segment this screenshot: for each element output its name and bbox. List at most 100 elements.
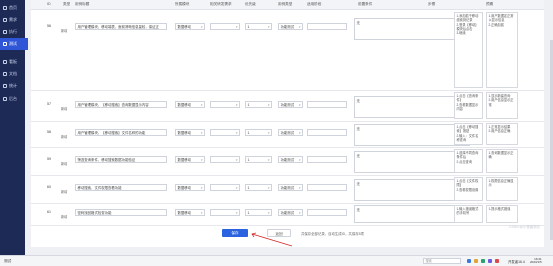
expect-text: 用户信息显示正常 bbox=[488, 98, 514, 107]
table-header: ID 类型 用例标题 所属模块 相关研发需求 优先级 用例类型 适用阶段 前置条… bbox=[31, 0, 544, 10]
sidebar-item[interactable]: 首页 bbox=[0, 2, 28, 14]
step-text: 选择不同查询条件后 bbox=[456, 151, 479, 160]
case-type-select[interactable]: 功能测试 ▾ bbox=[278, 129, 303, 136]
editor-icon[interactable] bbox=[488, 259, 492, 263]
case-type-select[interactable]: 功能测试 ▾ bbox=[278, 156, 303, 163]
chevron-down-icon: ▾ bbox=[267, 158, 270, 162]
chevron-down-icon: ▾ bbox=[200, 25, 203, 29]
module-select[interactable]: 数据移动 ▾ bbox=[175, 100, 205, 108]
expect-item[interactable]: 2.用户信息显示正常 bbox=[489, 98, 516, 107]
expect-item[interactable]: 1.权限信息正确显示 bbox=[489, 179, 516, 188]
case-title-input[interactable]: 用户管理模块，移动端表，面前清晰信息量较，保证正 bbox=[75, 23, 167, 30]
precondition-textarea[interactable]: 无 bbox=[354, 18, 470, 40]
requirement-select[interactable]: ▾ bbox=[210, 23, 240, 30]
priority-select[interactable]: 1 ▾ bbox=[245, 100, 272, 108]
expect-item[interactable]: 2.正确加载 bbox=[489, 23, 516, 27]
precondition-textarea[interactable]: 无 bbox=[354, 205, 470, 223]
chevron-down-icon: ▾ bbox=[200, 186, 203, 190]
stage-input[interactable] bbox=[307, 100, 347, 108]
step-item[interactable]: 2.查看权限设置 bbox=[457, 188, 481, 192]
sidebar-item[interactable]: 执行 bbox=[0, 26, 28, 38]
precondition-textarea[interactable]: 无 bbox=[354, 124, 470, 146]
priority-select[interactable]: 1 ▾ bbox=[245, 23, 272, 30]
stage-input[interactable] bbox=[307, 23, 347, 30]
save-button[interactable]: 保存 bbox=[222, 229, 248, 237]
module-value: 数据移动 bbox=[177, 131, 192, 135]
step-item[interactable]: 1.输入错误格式的手机号 bbox=[457, 207, 481, 216]
module-select[interactable]: 数据移动 ▾ bbox=[175, 23, 205, 30]
stage-input[interactable] bbox=[307, 129, 347, 136]
case-title-input[interactable]: 用户管理模块，【移动搜索】文件名称的功能 bbox=[75, 129, 167, 136]
sidebar-item[interactable]: 文档 bbox=[0, 68, 28, 80]
priority-select[interactable]: 1 ▾ bbox=[245, 184, 272, 191]
steps-list: 1.选择不同查询条件后 2.点击查询 bbox=[454, 149, 483, 173]
sidebar-item[interactable]: 测试 bbox=[0, 38, 28, 50]
case-type-select[interactable]: 功能测试 ▾ bbox=[278, 100, 303, 108]
table-row: 56 新增 用户管理模块，移动端表，面前清晰信息量较，保证正 数据移动 ▾ ▾ 1 ▾ 功能测试… bbox=[31, 10, 544, 91]
step-item[interactable]: 1.点击【移动搜索】按钮 bbox=[457, 125, 481, 134]
step-item[interactable]: 2.点击查询 bbox=[457, 160, 481, 164]
module-select[interactable]: 数据移动 ▾ bbox=[175, 209, 205, 216]
start-label[interactable]: 测试 bbox=[4, 259, 11, 264]
case-type-select[interactable]: 功能测试 ▾ bbox=[278, 23, 303, 30]
sidebar-item-label: 测试 bbox=[9, 41, 17, 46]
browser-icon[interactable] bbox=[467, 259, 471, 263]
taskbar-search[interactable]: 搜索 bbox=[423, 258, 461, 264]
case-type-value: 功能测试 bbox=[280, 211, 295, 215]
module-value: 数据移动 bbox=[177, 158, 192, 162]
step-item[interactable]: 2.登录【移动】模块后点击 bbox=[457, 23, 481, 32]
requirement-select[interactable]: ▾ bbox=[210, 184, 240, 191]
precondition-textarea[interactable]: 无 bbox=[354, 95, 470, 118]
priority-value: 1 bbox=[247, 131, 250, 135]
chevron-down-icon: ▾ bbox=[235, 158, 238, 162]
precondition-textarea[interactable]: 无 bbox=[354, 151, 470, 173]
case-title-input[interactable]: 用户管理模块，【移动搜索】查询数据显示内容 bbox=[75, 100, 167, 108]
case-type-select[interactable]: 功能测试 ▾ bbox=[278, 209, 303, 216]
folder-icon[interactable] bbox=[474, 259, 478, 263]
sidebar-item[interactable]: 后台 bbox=[0, 93, 28, 105]
step-item[interactable]: 2.输入：文件名称查询 bbox=[457, 134, 481, 143]
module-select[interactable]: 数据移动 ▾ bbox=[175, 184, 205, 191]
module-select[interactable]: 数据移动 ▾ bbox=[175, 129, 205, 136]
chevron-down-icon: ▾ bbox=[200, 131, 203, 135]
expect-item[interactable]: 2.用户信息正确 bbox=[489, 129, 516, 133]
step-item[interactable]: 1.点击【查询条件】 bbox=[457, 94, 481, 103]
requirement-select[interactable]: ▾ bbox=[210, 156, 240, 163]
chat-icon[interactable] bbox=[481, 259, 485, 263]
requirement-select[interactable]: ▾ bbox=[210, 209, 240, 216]
sidebar-item-label: 看板 bbox=[9, 59, 17, 64]
sidebar-item[interactable]: 需求 bbox=[0, 14, 28, 26]
chevron-down-icon: ▾ bbox=[267, 25, 270, 29]
expect-item[interactable]: 1.提示格式错误 bbox=[489, 207, 516, 211]
priority-select[interactable]: 1 ▾ bbox=[245, 209, 272, 216]
case-title-input[interactable]: 密码找回格式检查功能 bbox=[75, 209, 167, 216]
chevron-down-icon: ▾ bbox=[298, 25, 301, 29]
row-id: 58 bbox=[47, 130, 51, 134]
module-select[interactable]: 数据移动 ▾ bbox=[175, 156, 205, 163]
stage-input[interactable] bbox=[307, 156, 347, 163]
chevron-down-icon: ▾ bbox=[235, 102, 238, 107]
step-item[interactable]: 2.查看数据显示内容 bbox=[457, 103, 481, 112]
precondition-textarea[interactable]: 无 bbox=[354, 179, 470, 201]
case-title-input[interactable]: 筛选查询条件，移动搜索数据功能验证 bbox=[75, 156, 167, 163]
sidebar-item[interactable]: 看板 bbox=[0, 56, 28, 68]
header-expect: 预期 bbox=[486, 2, 494, 6]
step-item[interactable]: 3.继续 bbox=[457, 31, 481, 35]
step-item[interactable]: 1.点击【文件权限】 bbox=[457, 179, 481, 188]
priority-select[interactable]: 1 ▾ bbox=[245, 129, 272, 136]
case-title-input[interactable]: 移动搜索，文件权限查看功能 bbox=[75, 184, 167, 191]
expect-item[interactable]: 1.查询数据显示正确 bbox=[489, 151, 516, 160]
requirement-select[interactable]: ▾ bbox=[210, 129, 240, 136]
stage-input[interactable] bbox=[307, 209, 347, 216]
step-item[interactable]: 1.选择不同查询条件后 bbox=[457, 151, 481, 160]
taskbar-app-label[interactable]: 开发者16.4 bbox=[508, 259, 525, 264]
priority-select[interactable]: 1 ▾ bbox=[245, 156, 272, 163]
app-icon[interactable] bbox=[495, 259, 499, 263]
requirement-select[interactable]: ▾ bbox=[210, 100, 240, 108]
step-item[interactable]: 1.添加若干移动线索到记录 bbox=[457, 14, 481, 23]
step-text: 登录【移动】模块后点击 bbox=[456, 22, 479, 31]
expect-item[interactable]: 1.用户数据定正常以显示信息 bbox=[489, 14, 516, 23]
case-type-select[interactable]: 功能测试 ▾ bbox=[278, 184, 303, 191]
stage-input[interactable] bbox=[307, 184, 347, 191]
sidebar-item[interactable]: 统计 bbox=[0, 80, 28, 92]
